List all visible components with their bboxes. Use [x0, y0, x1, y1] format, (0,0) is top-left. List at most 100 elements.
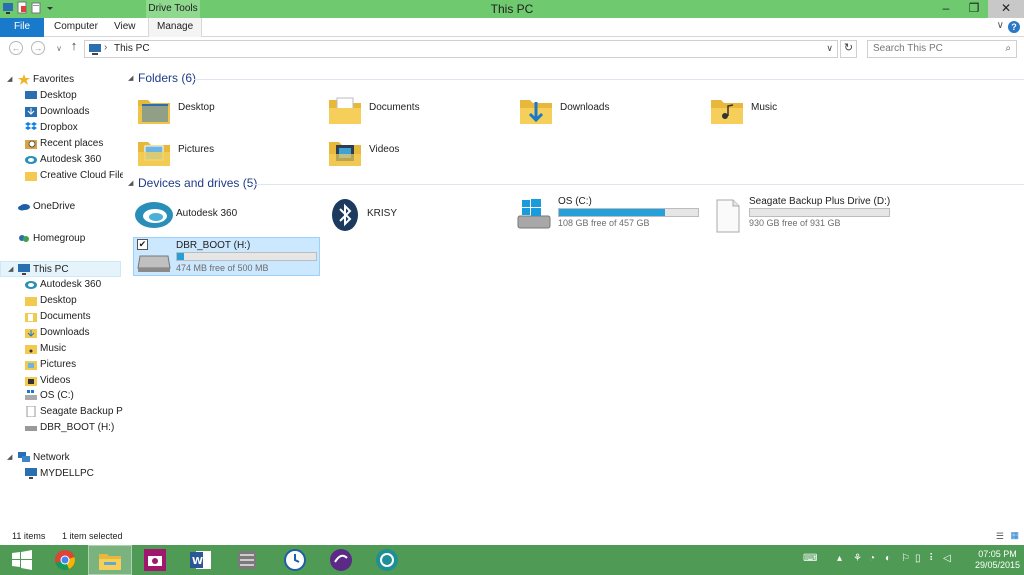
drive-usage-fill	[177, 253, 184, 260]
search-placeholder: Search This PC	[873, 43, 943, 54]
onedrive-icon	[18, 204, 30, 211]
sidebar-item-creative-cloud-files[interactable]: Creative Cloud Files	[0, 168, 123, 184]
sidebar-item-downloads[interactable]: Downloads	[0, 104, 123, 120]
folder-tile-downloads[interactable]: Downloads	[516, 90, 704, 130]
collapse-icon[interactable]: ◢	[7, 75, 12, 83]
sidebar-item-music[interactable]: Music	[0, 341, 123, 357]
tiles-view-icon[interactable]: ▦	[1010, 530, 1019, 541]
recent-locations-button[interactable]: ∨	[52, 43, 66, 57]
folder-tile-pictures[interactable]: Pictures	[134, 132, 322, 172]
collapse-icon[interactable]: ◢	[8, 265, 13, 273]
sidebar-item-desktop[interactable]: Desktop	[0, 88, 123, 104]
show-hidden-icons[interactable]: ▴	[837, 553, 842, 564]
sidebar-item-videos[interactable]: Videos	[0, 373, 123, 389]
start-button[interactable]	[0, 545, 44, 575]
sidebar-item-dropbox[interactable]: Dropbox	[0, 120, 123, 136]
drive-tile-os-c[interactable]: OS (C:) 108 GB free of 457 GB	[516, 196, 704, 236]
content-pane: ◢ Folders (6) Desktop Documents Download…	[124, 66, 1024, 528]
sidebar-item-label: Seagate Backup Plus Drive (D:)	[40, 406, 123, 417]
taskbar-music-app[interactable]	[320, 545, 362, 575]
drive-icon	[716, 199, 740, 233]
taskbar-app[interactable]	[226, 545, 268, 575]
expand-ribbon-icon[interactable]: ∨	[997, 20, 1004, 31]
group-title: Devices and drives (5)	[138, 176, 258, 190]
group-divider	[194, 79, 1024, 80]
collapse-icon[interactable]: ◢	[7, 453, 12, 461]
taskbar-clock-app[interactable]	[274, 545, 316, 575]
breadcrumb-separator[interactable]: ›	[104, 42, 107, 53]
breadcrumb[interactable]: This PC	[114, 43, 150, 54]
refresh-button[interactable]: ↻	[840, 40, 857, 58]
taskbar-word[interactable]: W	[180, 545, 222, 575]
sidebar-item-network[interactable]: ◢ Network	[0, 450, 123, 466]
tray-clock-icon[interactable]: ◔	[869, 553, 875, 564]
collapse-icon[interactable]: ◢	[128, 74, 133, 82]
search-icon[interactable]: ⌕	[1005, 43, 1011, 54]
tab-computer[interactable]: Computer	[46, 18, 106, 37]
action-center-icon[interactable]: ⚐	[901, 553, 910, 564]
sidebar-item-label: Homegroup	[33, 233, 86, 244]
sidebar-item-label: Autodesk 360	[40, 154, 102, 165]
folder-tile-music[interactable]: Music	[707, 90, 895, 130]
tab-file[interactable]: File	[0, 18, 44, 37]
sidebar-item-mydellpc[interactable]: MYDELLPC	[0, 466, 123, 482]
tab-manage[interactable]: Manage	[148, 18, 203, 37]
sidebar-item-homegroup[interactable]: Homegroup	[0, 231, 123, 247]
collapse-icon[interactable]: ◢	[128, 179, 133, 187]
autodesk-360-icon	[135, 202, 173, 228]
folder-tile-documents[interactable]: Documents	[325, 90, 513, 130]
clock[interactable]: 07:05 PM 29/05/2015	[975, 549, 1020, 571]
address-dropdown-icon[interactable]: ∨	[826, 43, 833, 54]
sidebar-item-downloads[interactable]: Downloads	[0, 325, 123, 341]
folder-tile-videos[interactable]: Videos	[325, 132, 513, 172]
search-input[interactable]: Search This PC ⌕	[867, 40, 1017, 58]
sidebar-item-onedrive[interactable]: OneDrive	[0, 199, 123, 215]
taskbar-chrome[interactable]	[44, 545, 86, 575]
minimize-button[interactable]: –	[932, 0, 960, 18]
address-bar[interactable]: › This PC ∨	[84, 40, 838, 58]
tab-view[interactable]: View	[106, 18, 144, 37]
device-tile-krisy[interactable]: KRISY	[325, 196, 513, 236]
sidebar-item-autodesk-360[interactable]: Autodesk 360	[0, 152, 123, 168]
sidebar-item-pictures[interactable]: Pictures	[0, 357, 123, 373]
taskbar: W ⌨ ▴ ⚘ ◔ ◐ ⚐ ▯ ⠇ ◁ 07:05 PM 29/05/2015	[0, 545, 1024, 575]
sidebar-item-this-pc[interactable]: ◢ This PC	[0, 261, 121, 277]
sidebar-item-documents[interactable]: Documents	[0, 309, 123, 325]
maximize-button[interactable]: ❐	[960, 0, 988, 18]
sidebar-item-seagate-drive[interactable]: Seagate Backup Plus Drive (D:)	[0, 404, 123, 420]
network-signal-icon[interactable]: ⠇	[929, 553, 936, 564]
battery-icon[interactable]: ▯	[915, 553, 921, 564]
close-button[interactable]: ✕	[988, 0, 1024, 18]
folder-tile-desktop[interactable]: Desktop	[134, 90, 322, 130]
drive-usage-bar	[558, 208, 699, 217]
sidebar-item-autodesk-360[interactable]: Autodesk 360	[0, 277, 123, 293]
drive-label: OS (C:)	[558, 196, 592, 207]
forward-button[interactable]: →	[31, 41, 45, 55]
device-tile-autodesk-360[interactable]: Autodesk 360	[134, 196, 322, 236]
sidebar-item-desktop[interactable]: Desktop	[0, 293, 123, 309]
sidebar-item-favorites[interactable]: ◢ Favorites	[0, 72, 123, 88]
back-button[interactable]: ←	[9, 41, 23, 55]
details-view-icon[interactable]: ☰	[996, 531, 1004, 542]
tray-app-icon[interactable]: ◐	[885, 553, 891, 564]
sidebar-item-dbr-boot[interactable]: DBR_BOOT (H:)	[0, 420, 123, 436]
computer-icon	[25, 468, 37, 479]
taskbar-file-explorer[interactable]	[88, 545, 132, 575]
device-label: KRISY	[367, 208, 398, 219]
drive-tile-dbr-boot-h[interactable]: ✔ DBR_BOOT (H:) 474 MB free of 500 MB	[133, 237, 320, 276]
sidebar-item-os-c[interactable]: OS (C:)	[0, 388, 123, 404]
keyboard-icon[interactable]: ⌨	[803, 553, 817, 564]
removable-drive-icon	[137, 255, 171, 272]
sidebar-item-recent-places[interactable]: Recent places	[0, 136, 123, 152]
sidebar-item-label: Favorites	[33, 74, 75, 85]
help-icon[interactable]: ?	[1008, 21, 1020, 33]
sidebar-item-label: Pictures	[40, 359, 77, 370]
selection-checkbox[interactable]: ✔	[137, 239, 148, 250]
dropbox-icon	[25, 122, 37, 130]
up-button[interactable]: ↑	[67, 39, 81, 54]
taskbar-autodesk-app[interactable]	[366, 545, 408, 575]
tray-app-icon[interactable]: ⚘	[853, 553, 862, 564]
drive-tile-seagate-d[interactable]: Seagate Backup Plus Drive (D:) 930 GB fr…	[707, 196, 895, 236]
taskbar-camera[interactable]	[134, 545, 176, 575]
volume-icon[interactable]: ◁	[943, 553, 951, 564]
